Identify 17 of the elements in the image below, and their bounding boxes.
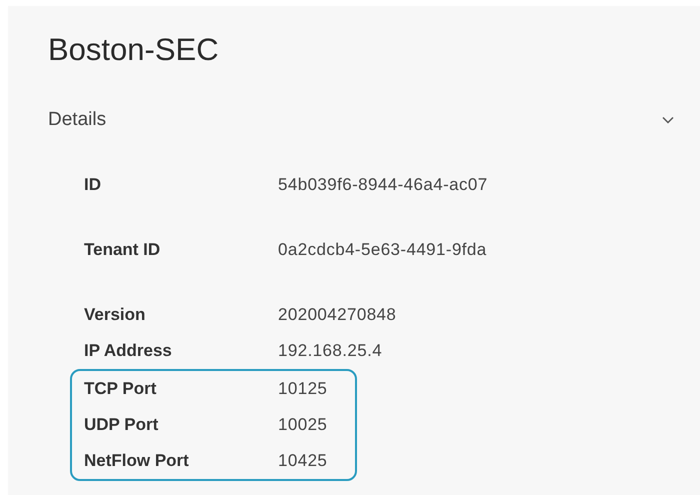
field-value: 0a2cdcb4-5e63-4491-9fda — [278, 240, 487, 260]
field-value: 10125 — [278, 379, 328, 399]
field-label: NetFlow Port — [84, 451, 190, 471]
page-title: Boston-SEC — [48, 31, 219, 69]
field-value: 10025 — [278, 415, 328, 435]
field-label: IP Address — [84, 341, 173, 361]
field-label: ID — [84, 175, 102, 195]
field-value: 202004270848 — [278, 305, 396, 325]
field-value: 192.168.25.4 — [278, 341, 382, 361]
field-label: TCP Port — [84, 379, 158, 399]
field-label: Tenant ID — [84, 240, 162, 260]
field-label: UDP Port — [84, 415, 160, 435]
chevron-icon[interactable] — [662, 116, 674, 124]
section-title: Details — [48, 109, 106, 131]
field-value: 10425 — [278, 451, 328, 471]
field-value: 54b039f6-8944-46a4-ac07 — [278, 175, 488, 195]
field-label: Version — [84, 305, 146, 325]
